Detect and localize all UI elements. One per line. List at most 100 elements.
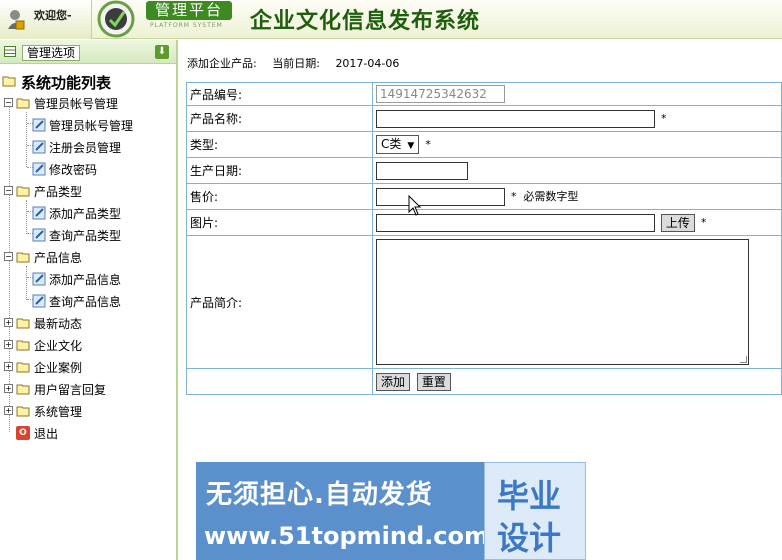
form-value-cell: 14914725342632 <box>372 82 782 106</box>
edit-pencil-icon <box>32 206 46 220</box>
tree-item-label: 管理员帐号管理 <box>49 119 134 133</box>
expand-plus-icon[interactable]: + <box>4 362 13 371</box>
required-mark: * <box>661 112 667 125</box>
price-field[interactable] <box>376 187 505 206</box>
tree-group-label: 用户留言回复 <box>34 383 107 397</box>
resize-grip-icon[interactable] <box>740 356 747 363</box>
form-value-cell <box>372 235 782 369</box>
tree-group-label: 产品信息 <box>34 251 83 265</box>
sidebar: 管理选项 ⬇ 系统功能列表 − 管理员帐号管理 管理员帐号管理 注册会员管理 修… <box>0 40 178 560</box>
watermark-banner: 无须担心.自动发货 www.51topmind.com 毕业 设计 <box>196 462 586 560</box>
sidebar-header: 管理选项 ⬇ <box>0 40 176 64</box>
tree-item-label: 注册会员管理 <box>49 141 122 155</box>
watermark-line1: 无须担心.自动发货 <box>206 480 433 510</box>
tree-group-label: 企业案例 <box>34 361 83 375</box>
folder-icon <box>16 340 30 351</box>
required-mark: * <box>511 190 517 203</box>
tree-item-label: 修改密码 <box>49 163 98 177</box>
product-type-select[interactable]: C类 ▼ <box>376 135 420 154</box>
folder-icon <box>16 384 30 395</box>
tree-group-label: 管理员帐号管理 <box>34 97 119 111</box>
description-textarea[interactable] <box>376 239 749 365</box>
price-hint: 必需数字型 <box>523 190 579 203</box>
form-row: 产品简介: <box>186 235 782 369</box>
page-title: 添加企业产品: <box>187 57 257 70</box>
folder-open-icon <box>16 252 30 263</box>
product-name-field[interactable] <box>376 109 655 128</box>
date-label: 当前日期: <box>272 57 320 70</box>
watermark-badge-line2: 设计 <box>497 519 562 557</box>
platform-subtitle: PLATFORM SYSTEM <box>150 22 223 29</box>
form-label-empty <box>186 368 373 395</box>
form-label: 图片: <box>186 209 373 236</box>
watermark-line2: www.51topmind.com <box>204 522 489 550</box>
tree-group-label: 系统管理 <box>34 405 83 419</box>
watermark-badge-line1: 毕业 <box>497 477 562 515</box>
collapse-minus-icon[interactable]: − <box>4 252 13 261</box>
add-button[interactable]: 添加 <box>376 372 411 391</box>
user-box: 欢迎您- <box>0 0 92 39</box>
edit-pencil-icon <box>32 118 46 132</box>
tree-item-label: 查询产品信息 <box>49 295 122 309</box>
folder-open-icon <box>16 98 30 109</box>
watermark-badge: 毕业 设计 <box>484 462 586 560</box>
mouse-cursor-icon <box>408 195 422 216</box>
form-label: 类型: <box>186 131 373 158</box>
form-row: 图片: 上传 * <box>186 209 782 236</box>
user-lock-icon <box>8 10 25 30</box>
system-title: 企业文化信息发布系统 <box>250 8 481 34</box>
expand-plus-icon[interactable]: + <box>4 384 13 393</box>
collapse-minus-icon[interactable]: − <box>4 98 13 107</box>
edit-pencil-icon <box>32 228 46 242</box>
reset-button[interactable]: 重置 <box>416 372 451 391</box>
edit-pencil-icon <box>32 140 46 154</box>
form-value-cell: 上传 * <box>372 209 782 236</box>
required-mark: * <box>425 138 431 151</box>
collapse-arrow-icon[interactable]: ⬇ <box>155 45 169 59</box>
tree-item-label: 添加产品信息 <box>49 273 122 287</box>
tree-item-label: 添加产品类型 <box>49 207 122 221</box>
folder-open-icon <box>2 76 16 87</box>
tree-group-label: 企业文化 <box>34 339 83 353</box>
form-row: 类型: C类 ▼ * <box>186 131 782 158</box>
tree-group-label: 最新动态 <box>34 317 83 331</box>
folder-open-icon <box>16 186 30 197</box>
form-row: 产品名称: * <box>186 105 782 132</box>
tree-item-label: 退出 <box>34 427 59 441</box>
form-actions-cell: 添加 重置 <box>372 368 782 395</box>
form-label: 生产日期: <box>186 157 373 184</box>
folder-icon <box>16 318 30 329</box>
logo-icon <box>97 0 135 38</box>
edit-pencil-icon <box>32 162 46 176</box>
current-date: 2017-04-06 <box>335 57 400 70</box>
form-label: 产品简介: <box>186 235 373 369</box>
form-value-cell: * <box>372 105 782 132</box>
form-label: 产品编号: <box>186 82 373 106</box>
form-value-cell: * 必需数字型 <box>372 183 782 210</box>
tree-root-label: 系统功能列表 <box>21 74 112 92</box>
tree-group-label: 产品类型 <box>34 185 83 199</box>
required-mark: * <box>700 216 707 229</box>
grid-icon <box>4 46 16 57</box>
collapse-minus-icon[interactable]: − <box>4 186 13 195</box>
form-row: 产品编号: 14914725342632 <box>186 82 782 106</box>
welcome-text: 欢迎您- <box>34 9 72 22</box>
form-row: 售价: * 必需数字型 <box>186 183 782 210</box>
edit-pencil-icon <box>32 272 46 286</box>
folder-icon <box>16 362 30 373</box>
expand-plus-icon[interactable]: + <box>4 340 13 349</box>
production-date-field[interactable] <box>376 161 468 180</box>
product-code-field[interactable]: 14914725342632 <box>376 85 505 103</box>
platform-label: 管理平台 <box>146 1 232 20</box>
select-value: C类 <box>381 137 402 151</box>
upload-button[interactable]: 上传 <box>660 213 695 232</box>
product-form: 产品编号: 14914725342632 产品名称: * 类型: C类 ▼ * 生产… <box>186 82 782 395</box>
form-value-cell: C类 ▼ * <box>372 131 782 158</box>
edit-pencil-icon <box>32 294 46 308</box>
form-row: 生产日期: <box>186 157 782 184</box>
form-value-cell <box>372 157 782 184</box>
expand-plus-icon[interactable]: + <box>4 318 13 327</box>
exit-icon: O <box>16 426 30 440</box>
dropdown-arrow-icon: ▼ <box>407 141 415 151</box>
expand-plus-icon[interactable]: + <box>4 406 13 415</box>
